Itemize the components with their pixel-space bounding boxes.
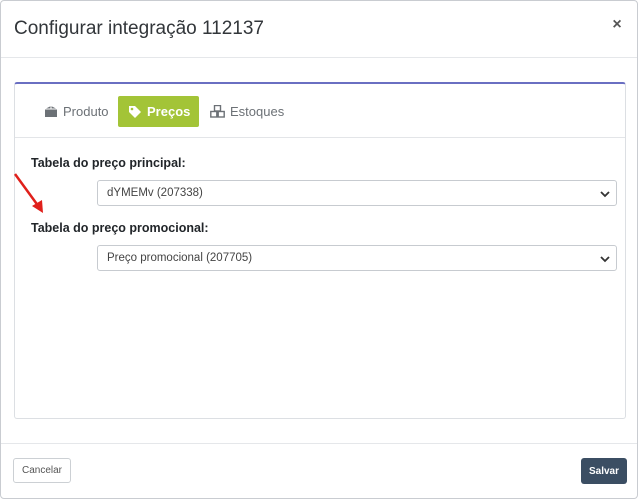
box-icon <box>43 104 58 119</box>
cubes-icon <box>210 104 225 119</box>
tab-produto-label: Produto <box>63 104 109 119</box>
promotional-price-value: Preço promocional (207705) <box>107 252 253 264</box>
modal-header: Configurar integração 112137 × <box>1 1 637 58</box>
modal-footer: Cancelar Salvar <box>1 443 637 498</box>
principal-price-select[interactable]: dYMEMv (207338) <box>97 180 617 206</box>
save-button[interactable]: Salvar <box>581 458 627 484</box>
tab-precos-label: Preços <box>147 104 191 119</box>
promotional-price-select[interactable]: Preço promocional (207705) <box>97 245 617 271</box>
cancel-button[interactable]: Cancelar <box>13 458 71 483</box>
modal-title: Configurar integração 112137 <box>14 18 264 39</box>
configure-integration-modal: Configurar integração 112137 × Produto P… <box>0 0 638 499</box>
tag-icon <box>127 104 142 119</box>
principal-price-label: Tabela do preço principal: <box>31 156 186 170</box>
tab-estoques-label: Estoques <box>230 104 285 119</box>
integration-card: Produto Preços Estoques Tabela do preço … <box>14 82 626 419</box>
annotation-arrow-icon <box>13 173 43 213</box>
principal-price-value: dYMEMv (207338) <box>107 187 203 199</box>
tab-bar: Produto Preços Estoques <box>15 84 625 138</box>
promotional-price-label: Tabela do preço promocional: <box>31 221 209 235</box>
chevron-down-icon <box>600 256 610 263</box>
chevron-down-icon <box>600 191 610 198</box>
close-button[interactable]: × <box>607 14 627 36</box>
tab-estoques[interactable]: Estoques <box>201 96 293 127</box>
tab-precos[interactable]: Preços <box>118 96 200 127</box>
tab-produto[interactable]: Produto <box>34 96 118 127</box>
